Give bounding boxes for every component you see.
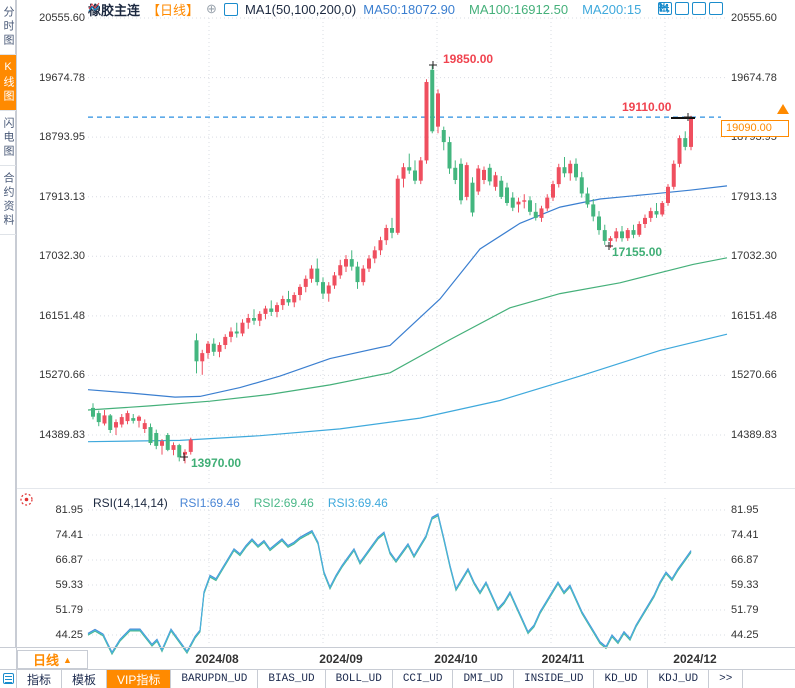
toolbar-tab[interactable]: CCI_UD <box>393 670 454 688</box>
axis-label: 74.41 <box>33 529 83 541</box>
pan-right-icon[interactable] <box>709 2 723 15</box>
ma-value: MA200:15 <box>582 2 641 17</box>
ma-line-MA200 <box>88 334 727 442</box>
axis-label: 15270.66 <box>731 369 777 381</box>
price-up-arrow-icon <box>777 104 789 114</box>
toolbar-tab[interactable]: BIAS_UD <box>258 670 325 688</box>
fit-vertical-axis-icon[interactable] <box>675 2 689 15</box>
rsi3-line <box>88 515 691 653</box>
price-annotation: 13970.00 <box>191 457 241 469</box>
axis-label: 51.79 <box>731 604 759 616</box>
futures-chart-app: 橡胶主连 【日线】 ⊕ MA1(50,100,200,0) MA50:18072… <box>0 0 795 688</box>
indicator-chart-icon[interactable] <box>224 3 238 16</box>
toolbar-tab[interactable]: BARUPDN_UD <box>171 670 258 688</box>
axis-label: 18793.95 <box>35 131 85 143</box>
axis-label: 17913.13 <box>731 191 777 203</box>
axis-label: 19674.78 <box>731 72 777 84</box>
period-tag: 【日线】 <box>147 0 199 19</box>
axis-label: 15270.66 <box>35 369 85 381</box>
toolbar-tab[interactable]: DMI_UD <box>453 670 514 688</box>
candlestick-chart <box>0 0 795 688</box>
toolbar-tab[interactable]: 指标 <box>17 670 62 688</box>
axis-label: 14389.83 <box>731 429 777 441</box>
time-axis-row: 日线 ▲ 2024/08 2024/09 2024/10 2024/11 2024/12 <box>0 647 795 669</box>
toolbar-tab[interactable]: >> <box>709 670 743 688</box>
price-annotation: 19850.00 <box>443 53 493 65</box>
ma-value: MA50:18072.90 <box>363 2 455 17</box>
axis-label: 17032.30 <box>35 250 85 262</box>
month-label: 2024/08 <box>195 652 238 666</box>
month-label: 2024/11 <box>542 652 585 666</box>
sidebar-tab-4[interactable]: 合约资料 <box>0 166 16 235</box>
toolbar-tab[interactable]: KDJ_UD <box>648 670 709 688</box>
axis-label: 17032.30 <box>731 250 777 262</box>
month-label: 2024/12 <box>673 652 716 666</box>
axis-label: 19674.78 <box>35 72 85 84</box>
axis-label: 74.41 <box>731 529 759 541</box>
chart-type-sidebar: 分时图K线图闪电图合约资料 <box>0 0 16 647</box>
axis-label: 16151.48 <box>731 310 777 322</box>
rsi-values: RSI1:69.46 RSI2:69.46 RSI3:69.46 <box>180 496 388 510</box>
ma-line-MA50 <box>88 186 727 397</box>
rsi-value: RSI3:69.46 <box>328 496 388 510</box>
toolbar-tab[interactable]: VIP指标 <box>107 670 171 688</box>
axis-label: 17913.13 <box>35 191 85 203</box>
chart-toolbar-icons <box>658 2 723 15</box>
toolbar-tab[interactable]: INSIDE_UD <box>514 670 594 688</box>
axis-label: 51.79 <box>33 604 83 616</box>
ma-indicator-label: MA1(50,100,200,0) <box>245 2 356 17</box>
fit-horizontal-axis-icon[interactable] <box>692 2 706 15</box>
axis-label: 81.95 <box>731 504 759 516</box>
axis-label: 66.87 <box>731 554 759 566</box>
month-label: 2024/09 <box>319 652 362 666</box>
indicator-toolbar: 指标模板VIP指标BARUPDN_UDBIAS_UDBOLL_UDCCI_UDD… <box>0 669 795 688</box>
axis-label: 20555.60 <box>35 12 85 24</box>
price-annotation: 17155.00 <box>612 246 662 258</box>
axis-label: 16151.48 <box>35 310 85 322</box>
ma-values: MA50:18072.90 MA100:16912.50 MA200:15 <box>363 2 641 17</box>
axis-label: 59.33 <box>33 579 83 591</box>
axis-label: 66.87 <box>33 554 83 566</box>
period-selector[interactable]: 日线 ▲ <box>17 650 88 669</box>
toolbar-tab[interactable]: KD_UD <box>594 670 648 688</box>
rsi-value: RSI2:69.46 <box>254 496 314 510</box>
axis-label: 44.25 <box>33 629 83 641</box>
sidebar-tab-2[interactable]: K线图 <box>0 55 16 111</box>
sidebar-tab-1[interactable]: 分时图 <box>0 0 16 55</box>
axis-label: 20555.60 <box>731 12 777 24</box>
price-annotation: 19110.00 <box>622 101 671 113</box>
add-indicator-icon[interactable]: ⊕ <box>206 1 217 17</box>
rsi-title: RSI(14,14,14) <box>93 496 168 510</box>
axis-label: 14389.83 <box>35 429 85 441</box>
axis-label: 81.95 <box>33 504 83 516</box>
ma-value: MA100:16912.50 <box>469 2 568 17</box>
toolbar-tab[interactable]: BOLL_UD <box>326 670 393 688</box>
ma-line-MA100 <box>88 258 727 410</box>
rsi-value: RSI1:69.46 <box>180 496 240 510</box>
period-selector-label: 日线 <box>33 650 59 669</box>
current-price-tag: 19090.00 <box>721 120 789 137</box>
sidebar-tab-3[interactable]: 闪电图 <box>0 111 16 166</box>
chart-header: 橡胶主连 【日线】 ⊕ MA1(50,100,200,0) MA50:18072… <box>88 1 641 17</box>
rsi-panel-header: RSI(14,14,14) RSI1:69.46 RSI2:69.46 RSI3:6… <box>93 496 388 510</box>
toolbar-tab[interactable]: 模板 <box>62 670 107 688</box>
axis-label: 59.33 <box>731 579 759 591</box>
period-up-arrow-icon: ▲ <box>63 655 72 665</box>
axis-label: 44.25 <box>731 629 759 641</box>
month-label: 2024/10 <box>434 652 477 666</box>
